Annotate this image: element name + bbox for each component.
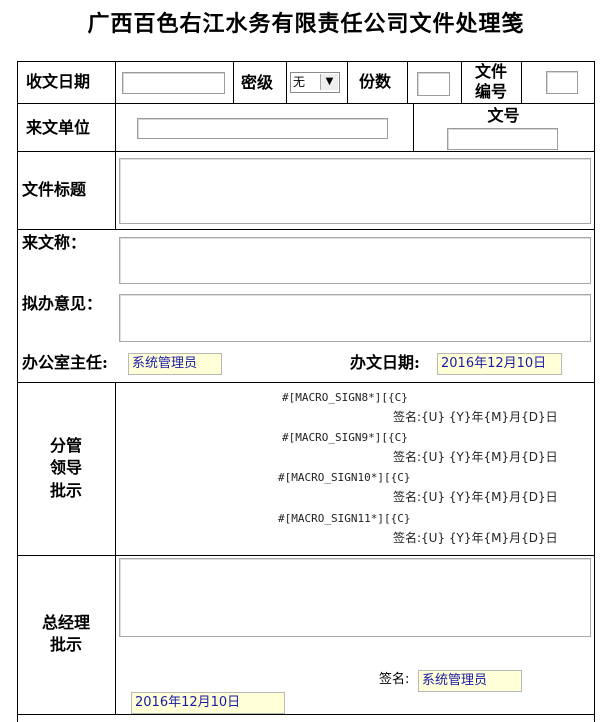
col-divider [521,61,522,103]
table-border-right [594,61,595,722]
receive-date-field[interactable] [122,72,225,94]
source-name-textarea[interactable] [119,237,591,284]
secret-level-label: 密级 [241,73,274,92]
leader-label-line2: 领导 [49,458,82,477]
doc-number-label: 文号 [487,106,520,125]
gm-sign-label: 签名: [379,672,410,687]
doc-number-field[interactable] [447,128,558,150]
row-divider [17,151,595,152]
gm-label-line2: 批示 [49,635,82,654]
file-number-label-line1: 文件 [474,62,507,81]
leader-macro-line: #[MACRO_SIGN11*][{C} [278,512,411,525]
file-number-field[interactable] [546,71,578,94]
col-divider [115,61,116,103]
receive-date-label: 收文日期 [26,72,91,91]
row-divider [17,229,595,230]
leader-label-line3: 批示 [49,481,82,500]
handle-date-field[interactable]: 2016年12月10日 [437,353,562,375]
secret-level-select[interactable]: 无 ▼ [290,72,340,93]
file-number-label-line2: 编号 [474,82,507,101]
row-divider [17,103,595,104]
col-divider [407,61,408,103]
leader-sign-line: 签名:{U} {Y}年{M}月{D}日 [393,490,558,504]
chevron-down-icon: ▼ [320,74,338,90]
gm-label-line1: 总经理 [41,613,90,632]
leader-macro-line: #[MACRO_SIGN8*][{C} [282,391,408,404]
source-name-label: 来文称： [22,233,87,252]
row-divider [17,714,595,715]
copies-label: 份数 [359,72,392,91]
draft-opinion-textarea[interactable] [119,294,591,342]
leader-sign-line: 签名:{U} {Y}年{M}月{D}日 [393,450,558,464]
col-divider [115,103,116,151]
form-title: 广西百色右江水务有限责任公司文件处理笺 [87,11,525,37]
secret-level-value: 无 [293,75,306,89]
copies-field[interactable] [417,72,450,96]
col-divider [233,61,234,103]
leader-sign-line: 签名:{U} {Y}年{M}月{D}日 [393,410,558,424]
sender-unit-label: 来文单位 [26,118,91,137]
col-divider [286,61,287,103]
col-divider [115,555,116,714]
handle-date-label: 办文日期: [350,353,420,372]
gm-date-field[interactable]: 2016年12月10日 [131,692,285,714]
draft-opinion-label: 拟办意见： [22,294,103,313]
gm-comment-textarea[interactable] [119,558,591,637]
sender-unit-field[interactable] [137,118,388,139]
leader-macro-line: #[MACRO_SIGN10*][{C} [278,471,411,484]
leader-macro-line: #[MACRO_SIGN9*][{C} [282,431,408,444]
col-divider [347,61,348,103]
file-title-label: 文件标题 [22,180,87,199]
file-title-textarea[interactable] [119,158,591,224]
gm-sign-field[interactable]: 系统管理员 [418,670,522,692]
office-director-field[interactable]: 系统管理员 [128,353,222,375]
leader-sign-line: 签名:{U} {Y}年{M}月{D}日 [393,531,558,545]
col-divider [115,382,116,555]
col-divider [115,151,116,229]
office-director-label: 办公室主任: [22,353,108,372]
row-divider [17,382,595,383]
leader-label-line1: 分管 [49,436,82,455]
row-divider [17,555,595,556]
